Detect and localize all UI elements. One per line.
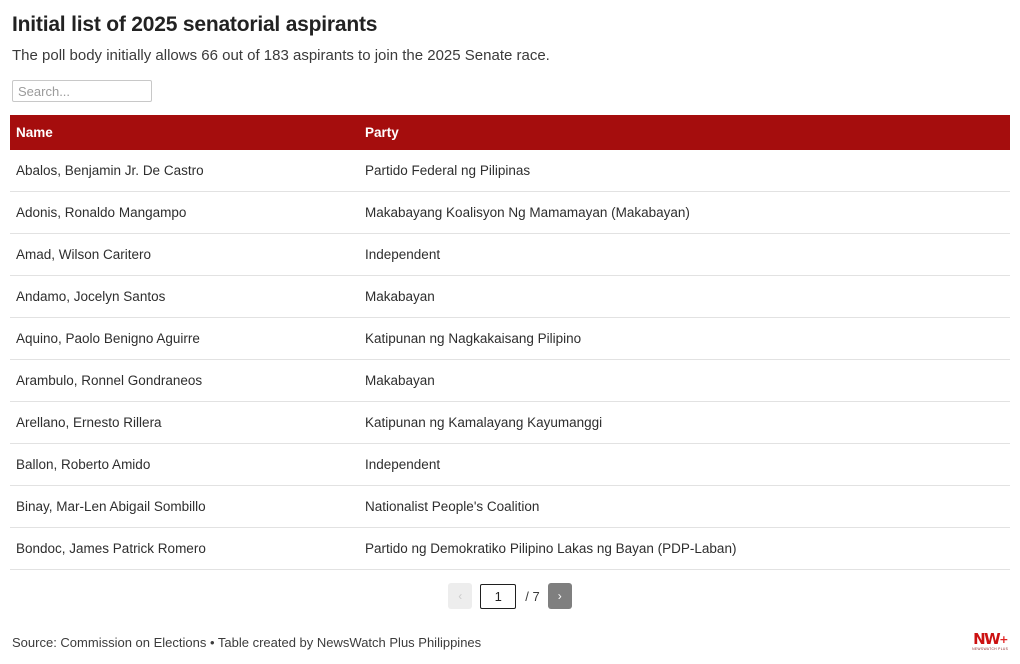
table-row: Arambulo, Ronnel Gondraneos Makabayan — [10, 359, 1010, 402]
page-title: Initial list of 2025 senatorial aspirant… — [12, 13, 378, 36]
pagination-controls: ‹ / 7 › — [10, 582, 1010, 610]
cell-name: Andamo, Jocelyn Santos — [10, 275, 362, 318]
logo-subtext: NEWSWATCH PLUS — [971, 647, 1009, 651]
table-row: Bondoc, James Patrick Romero Partido ng D… — [10, 527, 1010, 570]
table-header-row: Name Party — [10, 115, 1010, 150]
newswatch-plus-logo: NW+ NEWSWATCH PLUS — [970, 630, 1010, 652]
logo-letters: NW — [973, 630, 1001, 648]
page-number-input[interactable] — [480, 583, 517, 609]
table-row: Adonis, Ronaldo Mangampo Makabayang Koali… — [10, 191, 1010, 234]
aspirants-table: Name Party Abalos, Benjamin Jr. De Castr… — [10, 115, 1010, 570]
cell-party: Independent — [362, 443, 1010, 486]
page-container: Initial list of 2025 senatorial aspirant… — [0, 0, 1020, 664]
footer: Source: Commission on Elections • Table … — [10, 630, 1010, 652]
table-row: Aquino, Paolo Benigno Aguirre Katipunan n… — [10, 317, 1010, 360]
cell-name: Bondoc, James Patrick Romero — [10, 527, 362, 570]
table-row: Ballon, Roberto Amido Independent — [10, 443, 1010, 486]
cell-party: Nationalist People's Coalition — [362, 485, 1010, 528]
search-input[interactable] — [12, 80, 152, 102]
page-subtitle: The poll body initially allows 66 out of… — [12, 47, 550, 64]
cell-party: Independent — [362, 233, 1010, 276]
cell-party: Katipunan ng Nagkakaisang Pilipino — [362, 317, 1010, 360]
cell-party: Katipunan ng Kamalayang Kayumanggi — [362, 401, 1010, 444]
search-container — [12, 80, 1010, 102]
cell-name: Arambulo, Ronnel Gondraneos — [10, 359, 362, 402]
table-container: Name Party Abalos, Benjamin Jr. De Castr… — [10, 115, 1010, 570]
column-header-name[interactable]: Name — [10, 115, 362, 150]
cell-party: Partido Federal ng Pilipinas — [362, 150, 1010, 192]
cell-name: Ballon, Roberto Amido — [10, 443, 362, 486]
total-pages-label: / 7 — [525, 588, 540, 604]
table-head: Name Party — [10, 115, 1010, 150]
logo-wordmark: NW+ — [973, 630, 1008, 648]
table-row: Amad, Wilson Caritero Independent — [10, 233, 1010, 276]
cell-party: Makabayan — [362, 275, 1010, 318]
cell-party: Partido ng Demokratiko Pilipino Lakas ng… — [362, 527, 1010, 570]
cell-name: Adonis, Ronaldo Mangampo — [10, 191, 362, 234]
cell-name: Amad, Wilson Caritero — [10, 233, 362, 276]
cell-party: Makabayan — [362, 359, 1010, 402]
cell-name: Abalos, Benjamin Jr. De Castro — [10, 150, 362, 192]
table-row: Arellano, Ernesto Rillera Katipunan ng Ka… — [10, 401, 1010, 444]
cell-name: Binay, Mar-Len Abigail Sombillo — [10, 485, 362, 528]
source-attribution: Source: Commission on Elections • Table … — [12, 635, 482, 650]
table-row: Andamo, Jocelyn Santos Makabayan — [10, 275, 1010, 318]
logo-plus-icon: + — [999, 633, 1008, 646]
table-row: Abalos, Benjamin Jr. De Castro Partido Fe… — [10, 150, 1010, 192]
table-row: Binay, Mar-Len Abigail Sombillo Nationali… — [10, 485, 1010, 528]
cell-name: Aquino, Paolo Benigno Aguirre — [10, 317, 362, 360]
cell-name: Arellano, Ernesto Rillera — [10, 401, 362, 444]
cell-party: Makabayang Koalisyon Ng Mamamayan (Makab… — [362, 191, 1010, 234]
column-header-party[interactable]: Party — [362, 115, 1010, 150]
prev-page-button[interactable]: ‹ — [448, 583, 473, 609]
table-body: Abalos, Benjamin Jr. De Castro Partido Fe… — [10, 150, 1010, 570]
next-page-button[interactable]: › — [547, 583, 572, 609]
